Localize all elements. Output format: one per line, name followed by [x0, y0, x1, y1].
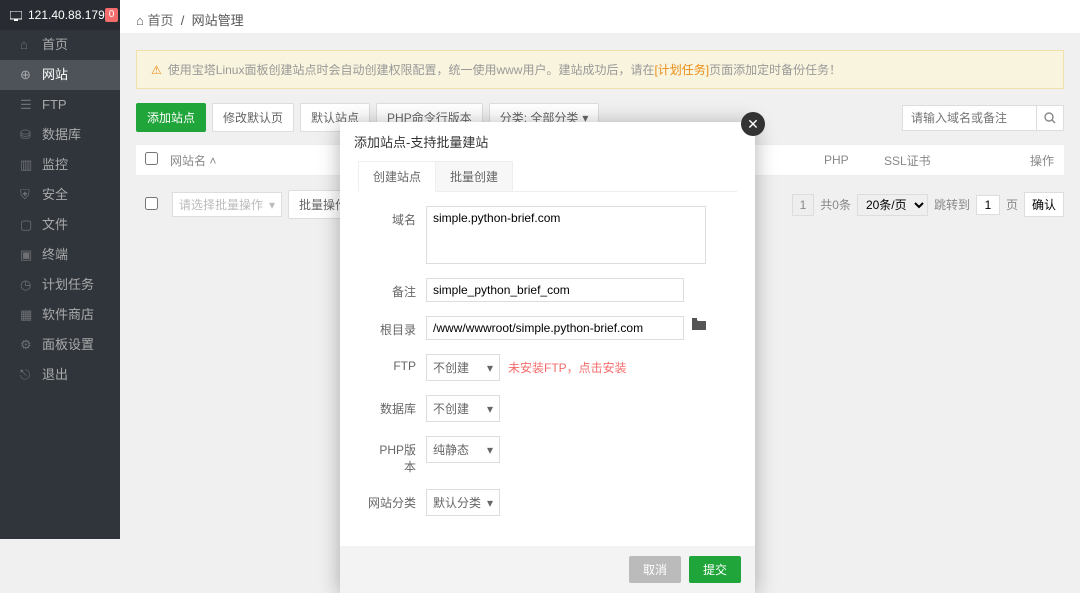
caret-down-icon: ▾	[487, 496, 493, 510]
warning-icon: ⚠	[151, 63, 162, 77]
close-button[interactable]: ✕	[741, 112, 765, 136]
home-icon: ⌂	[20, 30, 34, 60]
server-ip: 121.40.88.179	[28, 0, 105, 30]
terminal-icon: ▣	[20, 240, 34, 270]
gear-icon: ⚙	[20, 330, 34, 360]
modal-title: 添加站点-支持批量建站	[340, 122, 755, 161]
exit-icon: ⎋	[20, 360, 34, 390]
nav-terminal[interactable]: ▣终端	[0, 240, 120, 270]
grid-icon: ▦	[20, 300, 34, 330]
modal-form: 域名 simple.python-brief.com 备注 根目录 FTP 不创…	[340, 192, 755, 534]
ftp-select[interactable]: 不创建▾	[426, 354, 500, 381]
nav-website[interactable]: ⊕网站	[0, 60, 120, 90]
nav-appstore[interactable]: ▦软件商店	[0, 300, 120, 330]
domain-input[interactable]: simple.python-brief.com	[426, 206, 706, 264]
pagination: 1 共0条 20条/页 跳转到 页 确认	[792, 192, 1064, 217]
search-icon	[1044, 112, 1056, 124]
clock-icon: ◷	[20, 270, 34, 300]
goto-input[interactable]	[976, 195, 1000, 215]
batch-checkbox[interactable]	[145, 197, 158, 210]
page-current[interactable]: 1	[792, 194, 815, 216]
nav-ftp[interactable]: ☰FTP	[0, 90, 120, 120]
globe-icon: ⊕	[20, 60, 34, 90]
page-suffix: 页	[1006, 196, 1018, 213]
modal-footer: 取消 提交	[340, 546, 755, 593]
shield-icon: ⛨	[20, 180, 34, 210]
nav-database[interactable]: ⛁数据库	[0, 120, 120, 150]
col-name[interactable]: 网站名 ˄	[166, 152, 366, 169]
db-label: 数据库	[368, 395, 426, 417]
close-icon: ✕	[747, 116, 759, 133]
info-alert: ⚠ 使用宝塔Linux面板创建站点时会自动创建权限配置，统一使用www用户。建站…	[136, 50, 1064, 89]
ftp-hint: 未安装FTP，点击安装	[508, 354, 627, 376]
nav-files[interactable]: ▢文件	[0, 210, 120, 240]
search-button[interactable]	[1036, 105, 1064, 131]
php-label: PHP版本	[368, 436, 426, 475]
batch-select[interactable]: 请选择批量操作 ▾	[172, 192, 282, 217]
folder-browse-icon[interactable]	[692, 316, 706, 330]
cancel-button[interactable]: 取消	[629, 556, 681, 583]
modal-tabs: 创建站点 批量创建	[358, 161, 737, 192]
alert-link[interactable]: [计划任务]	[654, 63, 709, 77]
nav-cron[interactable]: ◷计划任务	[0, 270, 120, 300]
submit-button[interactable]: 提交	[689, 556, 741, 583]
add-site-modal: ✕ 添加站点-支持批量建站 创建站点 批量创建 域名 simple.python…	[340, 122, 755, 593]
tab-batch-create[interactable]: 批量创建	[435, 161, 513, 191]
search-input[interactable]	[902, 105, 1036, 131]
sidebar: 121.40.88.179 0 ⌂首页 ⊕网站 ☰FTP ⛁数据库 ▥监控 ⛨安…	[0, 0, 120, 539]
ftp-icon: ☰	[20, 90, 34, 120]
nav-home[interactable]: ⌂首页	[0, 30, 120, 60]
alert-text: 使用宝塔Linux面板创建站点时会自动创建权限配置，统一使用www用户。建站成功…	[168, 61, 841, 78]
breadcrumb-sep: /	[181, 13, 185, 28]
notification-badge[interactable]: 0	[105, 8, 119, 22]
breadcrumb-home[interactable]: 首页	[147, 13, 173, 28]
caret-down-icon: ▾	[487, 402, 493, 416]
add-site-button[interactable]: 添加站点	[136, 103, 206, 132]
caret-down-icon: ▾	[487, 361, 493, 375]
nav-settings[interactable]: ⚙面板设置	[0, 330, 120, 360]
note-label: 备注	[368, 278, 426, 300]
sort-icon: ˄	[209, 154, 216, 168]
col-ssl: SSL证书	[884, 152, 1024, 169]
install-ftp-link[interactable]: 点击安装	[579, 361, 627, 375]
caret-down-icon: ▾	[487, 443, 493, 457]
goto-label: 跳转到	[934, 196, 970, 213]
col-op: 操作	[1024, 152, 1064, 169]
db-select[interactable]: 不创建▾	[426, 395, 500, 422]
goto-confirm-button[interactable]: 确认	[1024, 192, 1064, 217]
ftp-label: FTP	[368, 354, 426, 373]
note-input[interactable]	[426, 278, 684, 302]
breadcrumb-current: 网站管理	[192, 13, 244, 28]
home-icon: ⌂	[136, 13, 144, 28]
nav-logout[interactable]: ⎋退出	[0, 360, 120, 390]
folder-icon: ▢	[20, 210, 34, 240]
chart-icon: ▥	[20, 150, 34, 180]
root-input[interactable]	[426, 316, 684, 340]
nav-security[interactable]: ⛨安全	[0, 180, 120, 210]
caret-down-icon: ▾	[269, 198, 275, 212]
php-select[interactable]: 纯静态▾	[426, 436, 500, 463]
total-count: 共0条	[820, 196, 851, 213]
root-label: 根目录	[368, 316, 426, 338]
tab-create[interactable]: 创建站点	[358, 161, 436, 192]
monitor-icon	[10, 0, 22, 30]
cat-label: 网站分类	[368, 489, 426, 511]
select-all-checkbox[interactable]	[145, 152, 158, 165]
edit-default-button[interactable]: 修改默认页	[212, 103, 294, 132]
per-page-select[interactable]: 20条/页	[857, 194, 928, 216]
col-php: PHP	[824, 153, 884, 167]
category-select[interactable]: 默认分类▾	[426, 489, 500, 516]
sidebar-nav: ⌂首页 ⊕网站 ☰FTP ⛁数据库 ▥监控 ⛨安全 ▢文件 ▣终端 ◷计划任务 …	[0, 30, 120, 390]
database-icon: ⛁	[20, 120, 34, 150]
domain-label: 域名	[368, 206, 426, 228]
server-ip-header: 121.40.88.179 0	[0, 0, 120, 30]
nav-monitor[interactable]: ▥监控	[0, 150, 120, 180]
breadcrumb: ⌂ 首页 / 网站管理	[120, 0, 1080, 34]
